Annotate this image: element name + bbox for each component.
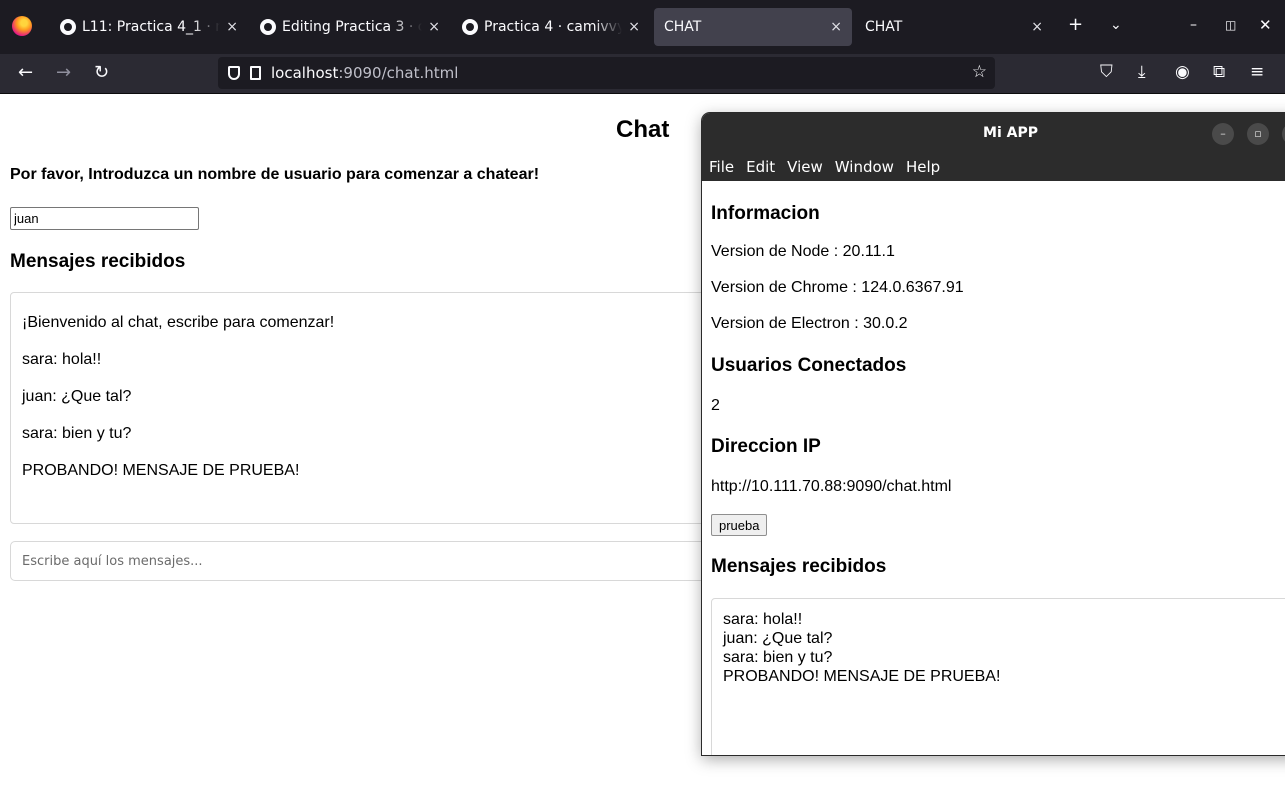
pocket-icon[interactable]: ⛉	[1100, 62, 1113, 82]
navigation-bar: ← → ↻ localhost:9090/chat.html ☆ ⛉ ⤓ ◉ ⧉…	[0, 54, 1285, 94]
minimize-icon[interactable]: –	[1190, 17, 1197, 33]
tab-practica-4-1[interactable]: L11: Practica 4_1 · m ×	[50, 8, 248, 46]
url-text[interactable]: localhost:9090/chat.html	[271, 64, 458, 82]
tab-title: Editing Practica 3 · c	[282, 19, 423, 35]
close-window-icon[interactable]: ✕	[1259, 16, 1272, 34]
github-icon	[260, 19, 276, 35]
tab-close-icon[interactable]: ×	[428, 19, 440, 35]
tab-close-icon[interactable]: ×	[226, 19, 238, 35]
info-heading: Informacion	[711, 203, 820, 224]
electron-app-window: Mi APP – ▫ × File Edit View Window Help …	[702, 113, 1285, 755]
reload-icon[interactable]: ↻	[94, 62, 109, 83]
app-maximize-icon[interactable]: ▫	[1247, 123, 1269, 145]
github-icon	[462, 19, 478, 35]
app-title-bar[interactable]: Mi APP – ▫ ×	[702, 113, 1285, 153]
tab-title: CHAT	[865, 19, 903, 35]
url-host: localhost	[271, 64, 339, 82]
menu-help[interactable]: Help	[900, 158, 946, 176]
menu-file[interactable]: File	[702, 158, 740, 176]
tab-title: L11: Practica 4_1 · m	[82, 19, 221, 35]
firefox-menu-icon[interactable]	[12, 16, 32, 36]
message-item: sara: hola!!	[22, 351, 102, 368]
users-heading: Usuarios Conectados	[711, 355, 907, 376]
tab-title: CHAT	[664, 19, 702, 35]
tab-close-icon[interactable]: ×	[628, 19, 640, 35]
tab-chat-active[interactable]: CHAT ×	[654, 8, 852, 46]
page-info-icon[interactable]	[250, 66, 261, 80]
back-icon[interactable]: ←	[18, 62, 33, 83]
browser-tab-bar: L11: Practica 4_1 · m × Editing Practica…	[0, 0, 1285, 54]
app-messages-box: sara: hola!! juan: ¿Que tal? sara: bien …	[711, 598, 1285, 755]
message-item: sara: bien y tu?	[22, 425, 132, 442]
github-icon	[60, 19, 76, 35]
app-message-item: PROBANDO! MENSAJE DE PRUEBA!	[723, 668, 1001, 685]
url-path: :9090/chat.html	[338, 64, 459, 82]
extensions-icon[interactable]: ⧉	[1213, 62, 1225, 82]
app-window-title: Mi APP	[983, 125, 1038, 141]
messages-box: ¡Bienvenido al chat, escribe para comenz…	[10, 292, 770, 524]
prueba-button[interactable]: prueba	[711, 514, 768, 536]
username-prompt: Por favor, Introduzca un nombre de usuar…	[10, 166, 540, 183]
restore-icon[interactable]: ◫	[1225, 18, 1236, 32]
node-version: Version de Node : 20.11.1	[711, 243, 895, 260]
tab-close-icon[interactable]: ×	[830, 19, 842, 35]
tab-close-icon[interactable]: ×	[1031, 19, 1043, 35]
app-received-heading: Mensajes recibidos	[711, 556, 887, 577]
page-title: Chat	[616, 116, 670, 143]
app-content: Informacion Version de Node : 20.11.1 Ve…	[711, 181, 1285, 755]
app-message-item: sara: bien y tu?	[723, 649, 833, 666]
bookmark-star-icon[interactable]: ☆	[972, 62, 987, 82]
account-icon[interactable]: ◉	[1175, 62, 1190, 82]
app-menu-icon[interactable]: ≡	[1250, 62, 1264, 82]
app-menu-bar: File Edit View Window Help	[702, 153, 1285, 181]
message-item: ¡Bienvenido al chat, escribe para comenz…	[22, 314, 335, 331]
tab-list-chevron-icon[interactable]: ⌄	[1110, 17, 1122, 33]
downloads-icon[interactable]: ⤓	[1138, 62, 1146, 82]
tab-practica-4[interactable]: Practica 4 · camivvy/ ×	[452, 8, 650, 46]
menu-view[interactable]: View	[781, 158, 829, 176]
ip-address: http://10.111.70.88:9090/chat.html	[711, 478, 952, 495]
message-compose-input[interactable]	[10, 541, 770, 581]
app-message-item: juan: ¿Que tal?	[723, 630, 833, 647]
message-item: PROBANDO! MENSAJE DE PRUEBA!	[22, 462, 300, 479]
app-minimize-icon[interactable]: –	[1212, 123, 1234, 145]
received-messages-heading: Mensajes recibidos	[10, 251, 186, 272]
tab-title: Practica 4 · camivvy/	[484, 19, 623, 35]
url-bar[interactable]: localhost:9090/chat.html ☆	[218, 57, 995, 89]
users-count: 2	[711, 397, 720, 414]
ip-heading: Direccion IP	[711, 436, 821, 457]
menu-edit[interactable]: Edit	[740, 158, 781, 176]
tracking-shield-icon[interactable]	[228, 66, 240, 80]
electron-version: Version de Electron : 30.0.2	[711, 315, 908, 332]
tab-editing-practica-3[interactable]: Editing Practica 3 · c ×	[250, 8, 450, 46]
app-message-item: sara: hola!!	[723, 611, 803, 628]
username-input[interactable]	[10, 207, 199, 230]
forward-icon[interactable]: →	[56, 62, 71, 83]
chrome-version: Version de Chrome : 124.0.6367.91	[711, 279, 964, 296]
new-tab-icon[interactable]: +	[1068, 14, 1083, 35]
tab-chat[interactable]: CHAT ×	[855, 8, 1053, 46]
menu-window[interactable]: Window	[829, 158, 900, 176]
message-item: juan: ¿Que tal?	[22, 388, 132, 405]
